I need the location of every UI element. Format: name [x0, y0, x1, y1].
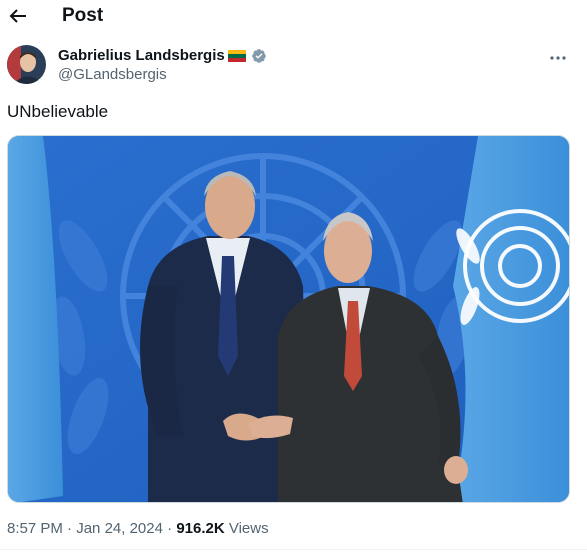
avatar[interactable] — [7, 45, 46, 84]
author-name-row: Gabrielius Landsbergis — [58, 47, 267, 64]
arrow-left-icon[interactable] — [6, 4, 30, 28]
post-time[interactable]: 8:57 PM — [7, 520, 63, 537]
post-header: Post — [0, 0, 587, 34]
post-text: UNbelievable — [7, 102, 109, 121]
views-label: Views — [228, 520, 269, 537]
post-meta: 8:57 PM · Jan 24, 2024 · 916.2K Views — [7, 520, 269, 537]
lithuania-flag-icon — [227, 49, 246, 62]
post-photo[interactable] — [7, 135, 570, 503]
un-photo-illustration — [8, 136, 569, 502]
meta-separator: · — [67, 520, 73, 537]
views-count: 916.2K — [176, 520, 225, 537]
page-title: Post — [62, 5, 104, 26]
post-date[interactable]: Jan 24, 2024 — [76, 520, 163, 537]
verified-badge-icon[interactable] — [251, 48, 267, 64]
author-handle[interactable]: @GLandsbergis — [58, 66, 167, 83]
divider — [0, 549, 587, 550]
more-options-icon[interactable] — [546, 46, 570, 66]
author-name[interactable]: Gabrielius Landsbergis — [58, 47, 225, 64]
meta-separator: · — [167, 520, 173, 537]
